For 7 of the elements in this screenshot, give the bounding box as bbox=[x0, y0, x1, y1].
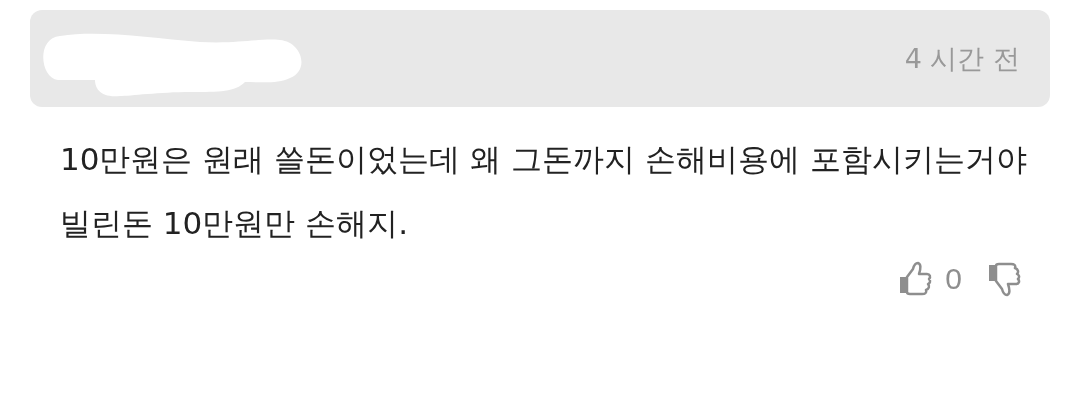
timestamp: 4 시간 전 bbox=[904, 41, 1020, 76]
like-button[interactable]: 0 bbox=[897, 261, 962, 297]
thumbs-up-icon bbox=[897, 261, 934, 297]
comment-text: 빌린돈 10만원만 손해지. bbox=[60, 204, 409, 243]
thumbs-down-icon bbox=[986, 261, 1022, 297]
dislike-button[interactable] bbox=[986, 261, 1022, 297]
comment-text: 10만원은 원래 쓸돈이었는데 왜 그돈까지 손해비용에 포함시키는거야 bbox=[60, 140, 1028, 179]
